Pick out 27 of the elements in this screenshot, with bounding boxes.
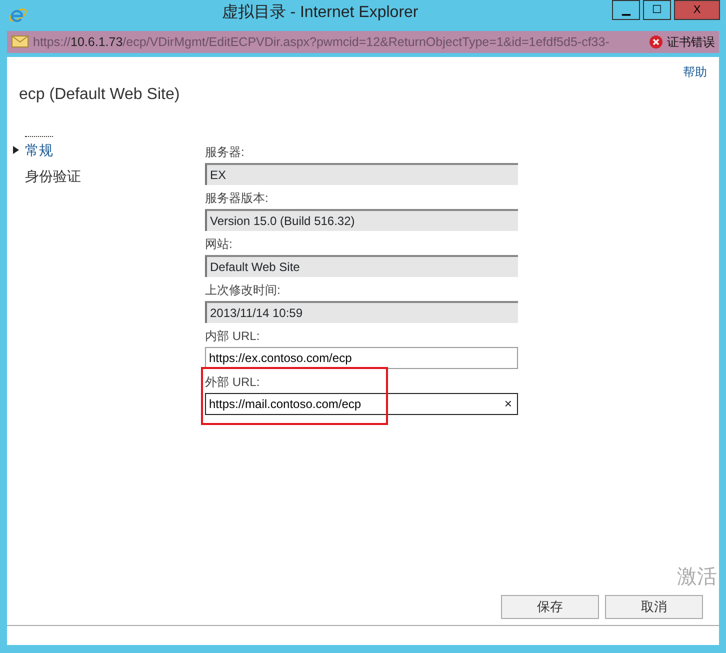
error-icon xyxy=(649,35,663,49)
certificate-error-link[interactable]: 证书错误 xyxy=(667,33,715,51)
nav-item[interactable]: 常规 xyxy=(25,136,53,161)
read-only-field: EX xyxy=(205,163,518,185)
envelope-icon xyxy=(11,35,29,49)
read-only-field: Default Web Site xyxy=(205,255,518,277)
minimize-button[interactable]: ▁ xyxy=(612,0,640,20)
field-label: 服务器版本: xyxy=(205,190,270,207)
field-label: 上次修改时间: xyxy=(205,282,282,299)
read-only-field: Version 15.0 (Build 516.32) xyxy=(205,209,518,231)
read-only-field: 2013/11/14 10:59 xyxy=(205,301,518,323)
activation-notice: 激活 xyxy=(677,565,717,590)
save-button[interactable]: 保存 xyxy=(501,595,599,619)
window-title: 虚拟目录 - Internet Explorer xyxy=(222,4,418,21)
cancel-button[interactable]: 取消 xyxy=(605,595,703,619)
page-title: ecp (Default Web Site) xyxy=(19,86,180,103)
text-field[interactable]: https://ex.contoso.com/ecp xyxy=(205,347,518,369)
field-label: 外部 URL: xyxy=(205,374,261,391)
close-button[interactable]: X xyxy=(674,0,720,20)
clear-button[interactable]: × xyxy=(504,396,512,412)
field-label: 内部 URL: xyxy=(205,328,261,345)
field-label: 网站: xyxy=(205,236,234,253)
maximize-button[interactable]: ☐ xyxy=(643,0,671,20)
field-label: 服务器: xyxy=(205,144,246,161)
nav-item[interactable]: 身份验证 xyxy=(25,166,81,187)
help-link[interactable]: 帮助 xyxy=(683,63,707,81)
address-url[interactable]: https://10.6.1.73/ecp/VDirMgmt/EditECPVDir.aspx?pwmcid=12&ReturnObjectType=1&id=1efdf5d5-cf33- xyxy=(33,32,643,52)
